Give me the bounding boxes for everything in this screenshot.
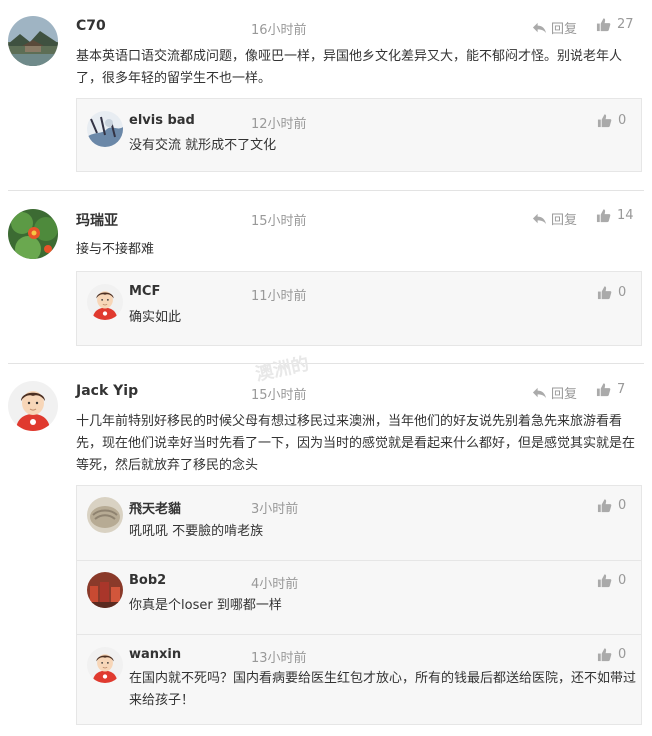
cartoon-avatar-icon [8, 381, 58, 431]
photo-avatar-icon [87, 572, 123, 608]
comment-timestamp: 15小时前 [251, 214, 307, 229]
avatar[interactable] [87, 284, 123, 320]
comment: 玛瑞亚 15小时前 回复 14 接与不接都难 MCF 11小时前 0 确实如此 [0, 191, 652, 363]
reply-arrow-icon [532, 20, 547, 35]
comment: Jack Yip 15小时前 回复 7 十几年前特别好移民的时候父母有想过移民过… [0, 364, 652, 736]
reply-list: 飛天老貓 3小时前 0 吼吼吼 不要臉的啃老族 Bob2 4小时前 0 你真是个… [76, 485, 642, 725]
like-count: 7 [617, 382, 626, 397]
comment-username[interactable]: 玛瑞亚 [76, 210, 118, 230]
like-count: 0 [618, 285, 627, 300]
like-count: 0 [618, 647, 627, 662]
reply-username[interactable]: elvis bad [129, 113, 195, 128]
like-count: 0 [618, 113, 627, 128]
comment: C70 16小时前 回复 27 基本英语口语交流都成问题，像哑巴一样，异国他乡文… [0, 0, 652, 190]
reply-label: 回复 [551, 387, 578, 402]
reply-item: Bob2 4小时前 0 你真是个loser 到哪都一样 [77, 561, 641, 634]
reply-timestamp: 12小时前 [251, 117, 307, 132]
reply-list: MCF 11小时前 0 确实如此 [76, 271, 642, 346]
reply-like-button[interactable]: 0 [597, 573, 626, 588]
reply-item: MCF 11小时前 0 确实如此 [77, 272, 641, 345]
comment-timestamp: 16小时前 [251, 23, 307, 38]
reply-label: 回复 [551, 213, 578, 228]
thumbs-up-icon [596, 17, 611, 32]
comment-username[interactable]: Jack Yip [76, 383, 138, 399]
reply-username[interactable]: Bob2 [129, 573, 166, 588]
reply-timestamp: 3小时前 [251, 502, 299, 517]
like-count: 0 [618, 573, 627, 588]
reply-timestamp: 13小时前 [251, 651, 307, 666]
reply-username[interactable]: MCF [129, 284, 160, 299]
cartoon-avatar-icon [87, 647, 123, 683]
avatar[interactable] [8, 381, 58, 431]
like-button[interactable]: 14 [596, 208, 634, 223]
reply-item: wanxin 13小时前 0 在国内就不死吗？国内看病要给医生红包才放心，所有的… [77, 635, 641, 724]
thumbs-up-icon [597, 285, 612, 300]
cartoon-avatar-icon [87, 284, 123, 320]
reply-arrow-icon [532, 385, 547, 400]
reply-username[interactable]: 飛天老貓 [129, 498, 181, 517]
comment-text: 基本英语口语交流都成问题，像哑巴一样，异国他乡文化差异又大，能不郁闷才怪。别说老… [76, 49, 623, 86]
reply-button[interactable]: 回复 [532, 18, 577, 37]
photo-avatar-icon [87, 111, 123, 147]
comment-text: 十几年前特别好移民的时候父母有想过移民过来澳洲，当年他们的好友说先别着急先来旅游… [76, 414, 636, 473]
like-button[interactable]: 27 [596, 17, 634, 32]
reply-like-button[interactable]: 0 [597, 647, 626, 662]
reply-button[interactable]: 回复 [532, 383, 577, 402]
comment-text: 接与不接都难 [76, 242, 155, 257]
avatar[interactable] [87, 497, 123, 533]
shell-avatar-icon [87, 497, 123, 533]
flower-avatar-icon [8, 209, 58, 259]
thumbs-up-icon [597, 113, 612, 128]
reply-like-button[interactable]: 0 [597, 285, 626, 300]
thumbs-up-icon [597, 647, 612, 662]
avatar[interactable] [87, 572, 123, 608]
reply-timestamp: 11小时前 [251, 289, 307, 304]
like-count: 0 [618, 498, 627, 513]
like-count: 27 [617, 17, 634, 32]
reply-like-button[interactable]: 0 [597, 498, 626, 513]
reply-button[interactable]: 回复 [532, 209, 577, 228]
landscape-avatar-icon [8, 16, 58, 66]
avatar[interactable] [8, 209, 58, 259]
reply-item: 飛天老貓 3小时前 0 吼吼吼 不要臉的啃老族 [77, 486, 641, 560]
reply-label: 回复 [551, 22, 578, 37]
reply-text: 你真是个loser 到哪都一样 [129, 598, 282, 613]
reply-text: 确实如此 [129, 310, 182, 325]
like-count: 14 [617, 208, 634, 223]
reply-like-button[interactable]: 0 [597, 113, 626, 128]
comment-username[interactable]: C70 [76, 18, 106, 34]
reply-timestamp: 4小时前 [251, 577, 299, 592]
avatar[interactable] [87, 647, 123, 683]
reply-list: elvis bad 12小时前 0 没有交流 就形成不了文化 [76, 98, 642, 172]
comment-timestamp: 15小时前 [251, 388, 307, 403]
like-button[interactable]: 7 [596, 382, 625, 397]
thumbs-up-icon [597, 498, 612, 513]
thumbs-up-icon [596, 382, 611, 397]
reply-text: 吼吼吼 不要臉的啃老族 [129, 524, 264, 539]
reply-arrow-icon [532, 211, 547, 226]
thumbs-up-icon [597, 573, 612, 588]
reply-text: 在国内就不死吗？国内看病要给医生红包才放心，所有的钱最后都送给医院，还不如带过来… [129, 671, 637, 708]
reply-username[interactable]: wanxin [129, 647, 181, 662]
reply-text: 没有交流 就形成不了文化 [129, 138, 277, 153]
avatar[interactable] [87, 111, 123, 147]
reply-item: elvis bad 12小时前 0 没有交流 就形成不了文化 [77, 99, 641, 171]
avatar[interactable] [8, 16, 58, 66]
thumbs-up-icon [596, 208, 611, 223]
